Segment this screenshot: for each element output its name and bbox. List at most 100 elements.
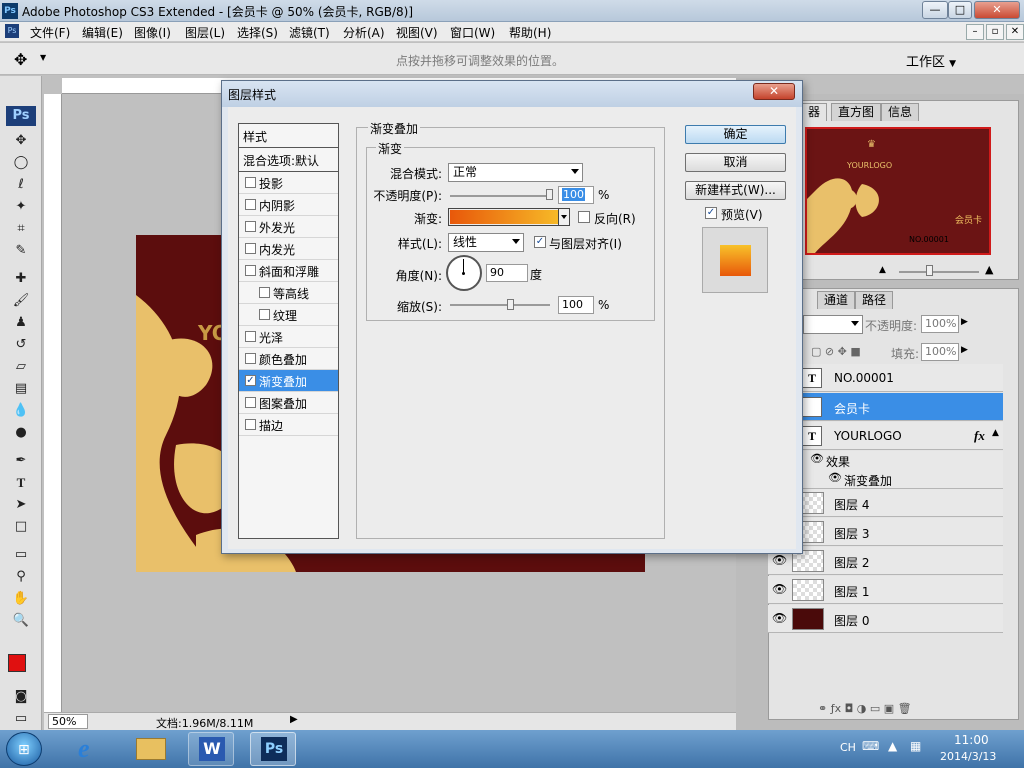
clock-date[interactable]: 2014/3/13 — [940, 750, 996, 763]
fx-icon[interactable]: fx — [974, 428, 985, 444]
scale-slider-thumb[interactable] — [507, 299, 514, 310]
layer-row[interactable]: T NO.00001 — [768, 364, 1003, 392]
pen-tool-icon[interactable]: ✒ — [10, 452, 32, 470]
preview-checkbox[interactable]: ✓ — [705, 207, 717, 219]
menu-view[interactable]: 视图(V) — [396, 24, 438, 41]
shape-tool-icon[interactable]: □ — [10, 518, 32, 536]
styles-header[interactable]: 样式 — [239, 124, 338, 148]
style-item[interactable]: 内阴影 — [239, 194, 338, 216]
cancel-button[interactable]: 取消 — [685, 153, 786, 172]
style-item[interactable]: 光泽 — [239, 326, 338, 348]
opacity-arrow-icon[interactable]: ▶ — [961, 317, 968, 327]
tray-expand-icon[interactable]: ▲ — [888, 739, 897, 753]
style-item-checkbox[interactable] — [245, 199, 256, 210]
input-language[interactable]: CH — [840, 741, 856, 754]
blur-tool-icon[interactable]: 💧 — [10, 402, 32, 420]
word-taskbar-icon[interactable]: W — [188, 732, 234, 766]
style-item-checkbox[interactable] — [245, 265, 256, 276]
layer-row[interactable]: 图层 3 — [768, 518, 1003, 546]
style-item-checkbox[interactable] — [245, 243, 256, 254]
opacity-field[interactable]: 100 — [558, 186, 594, 204]
network-icon[interactable]: ▦ — [910, 739, 921, 753]
tab-info[interactable]: 信息 — [881, 103, 920, 121]
effects-row[interactable]: 👁 效果 — [768, 451, 1003, 469]
eye-icon[interactable]: 👁 — [810, 452, 824, 465]
status-arrow-icon[interactable]: ▶ — [290, 714, 298, 725]
type-tool-icon[interactable]: T — [10, 474, 32, 492]
layer-row[interactable]: 👁 图层 2 — [768, 547, 1003, 575]
tab-navigator[interactable]: 器 — [801, 103, 828, 121]
style-item-checkbox[interactable] — [245, 221, 256, 232]
style-item[interactable]: 颜色叠加 — [239, 348, 338, 370]
layer-row[interactable]: 👁 图层 0 — [768, 605, 1003, 633]
layer-fill-field[interactable]: 100% — [921, 343, 959, 361]
navigator-zoom-slider[interactable] — [899, 271, 979, 273]
workspace-menu[interactable]: 工作区 ▼ — [906, 51, 956, 70]
gradient-dropdown[interactable] — [558, 208, 570, 226]
menu-file[interactable]: 文件(F) — [30, 24, 70, 41]
slice-tool-icon[interactable]: ✎ — [10, 242, 32, 260]
blend-options-item[interactable]: 混合选项:默认 — [239, 148, 338, 172]
keyboard-icon[interactable]: ⌨ — [862, 739, 879, 753]
tab-channels[interactable]: 通道 — [817, 291, 856, 309]
dialog-close-button[interactable]: ✕ — [753, 83, 795, 100]
gradient-tool-icon[interactable]: ▤ — [10, 380, 32, 398]
doc-minimize-button[interactable]: – — [966, 24, 984, 40]
eye-icon[interactable]: 👁 — [828, 471, 842, 484]
layers-panel-footer-icons[interactable]: ⚭ ƒx ◘ ◑ ▭ ▣ 🗑 — [818, 702, 912, 715]
marquee-tool-icon[interactable]: ◯ — [10, 154, 32, 172]
start-button[interactable]: ⊞ — [6, 732, 42, 766]
layer-row[interactable]: T YOURLOGO fx ▲ — [768, 422, 1003, 450]
blend-mode-select[interactable]: 正常 — [448, 163, 583, 182]
tab-paths[interactable]: 路径 — [855, 291, 894, 309]
chevron-down-icon[interactable]: ▼ — [40, 53, 46, 62]
style-item[interactable]: 纹理 — [239, 304, 338, 326]
doc-restore-button[interactable]: ▫ — [986, 24, 1004, 40]
eyedropper-tool-icon[interactable]: ⚲ — [10, 568, 32, 586]
eye-icon[interactable]: 👁 — [772, 553, 787, 567]
doc-close-button[interactable]: ✕ — [1006, 24, 1024, 40]
crop-tool-icon[interactable]: ⌗ — [10, 220, 32, 238]
ok-button[interactable]: 确定 — [685, 125, 786, 144]
notes-tool-icon[interactable]: ▭ — [10, 546, 32, 564]
style-item[interactable]: 投影 — [239, 172, 338, 194]
style-item-checkbox[interactable] — [245, 331, 256, 342]
magic-wand-tool-icon[interactable]: ✦ — [10, 198, 32, 216]
dodge-tool-icon[interactable]: ● — [10, 424, 32, 442]
path-selection-tool-icon[interactable]: ➤ — [10, 496, 32, 514]
angle-field[interactable]: 90 — [486, 264, 528, 282]
style-item-checkbox[interactable]: ✓ — [245, 375, 256, 386]
style-item[interactable]: 等高线 — [239, 282, 338, 304]
navigator-thumbnail[interactable]: ♛ YOURLOGO 会员卡 NO.00001 — [805, 127, 991, 255]
menu-edit[interactable]: 编辑(E) — [82, 24, 123, 41]
new-style-button[interactable]: 新建样式(W)... — [685, 181, 786, 200]
effect-item-row[interactable]: 👁 渐变叠加 — [768, 469, 1003, 489]
layer-row[interactable]: T 会员卡 — [768, 393, 1003, 421]
lasso-tool-icon[interactable]: ℓ — [10, 176, 32, 194]
clock-time[interactable]: 11:00 — [954, 733, 989, 747]
angle-dial[interactable] — [446, 255, 482, 291]
layer-opacity-field[interactable]: 100% — [921, 315, 959, 333]
gradient-picker[interactable] — [448, 208, 570, 226]
style-item[interactable]: 斜面和浮雕 — [239, 260, 338, 282]
minimize-button[interactable]: — — [922, 1, 948, 19]
menu-layer[interactable]: 图层(L) — [185, 24, 225, 41]
tab-histogram[interactable]: 直方图 — [831, 103, 882, 121]
style-item[interactable]: 内发光 — [239, 238, 338, 260]
healing-brush-tool-icon[interactable]: ✚ — [10, 270, 32, 288]
quick-mask-icon[interactable]: ◙ — [10, 688, 32, 706]
opacity-slider-thumb[interactable] — [546, 189, 553, 200]
menu-analysis[interactable]: 分析(A) — [343, 24, 385, 41]
navigator-zoom-thumb[interactable] — [926, 265, 933, 276]
style-item-checkbox[interactable] — [245, 419, 256, 430]
screen-mode-icon[interactable]: ▭ — [10, 710, 32, 728]
opacity-slider[interactable] — [450, 195, 550, 197]
style-item[interactable]: ✓ 渐变叠加 — [239, 370, 338, 392]
maximize-button[interactable]: □ — [948, 1, 972, 19]
style-item-checkbox[interactable] — [245, 177, 256, 188]
collapse-arrow-icon[interactable]: ▲ — [992, 428, 999, 438]
hand-tool-icon[interactable]: ✋ — [10, 590, 32, 608]
zoom-tool-icon[interactable]: 🔍 — [10, 612, 32, 630]
zoom-field[interactable]: 50% — [48, 714, 88, 729]
style-item[interactable]: 描边 — [239, 414, 338, 436]
